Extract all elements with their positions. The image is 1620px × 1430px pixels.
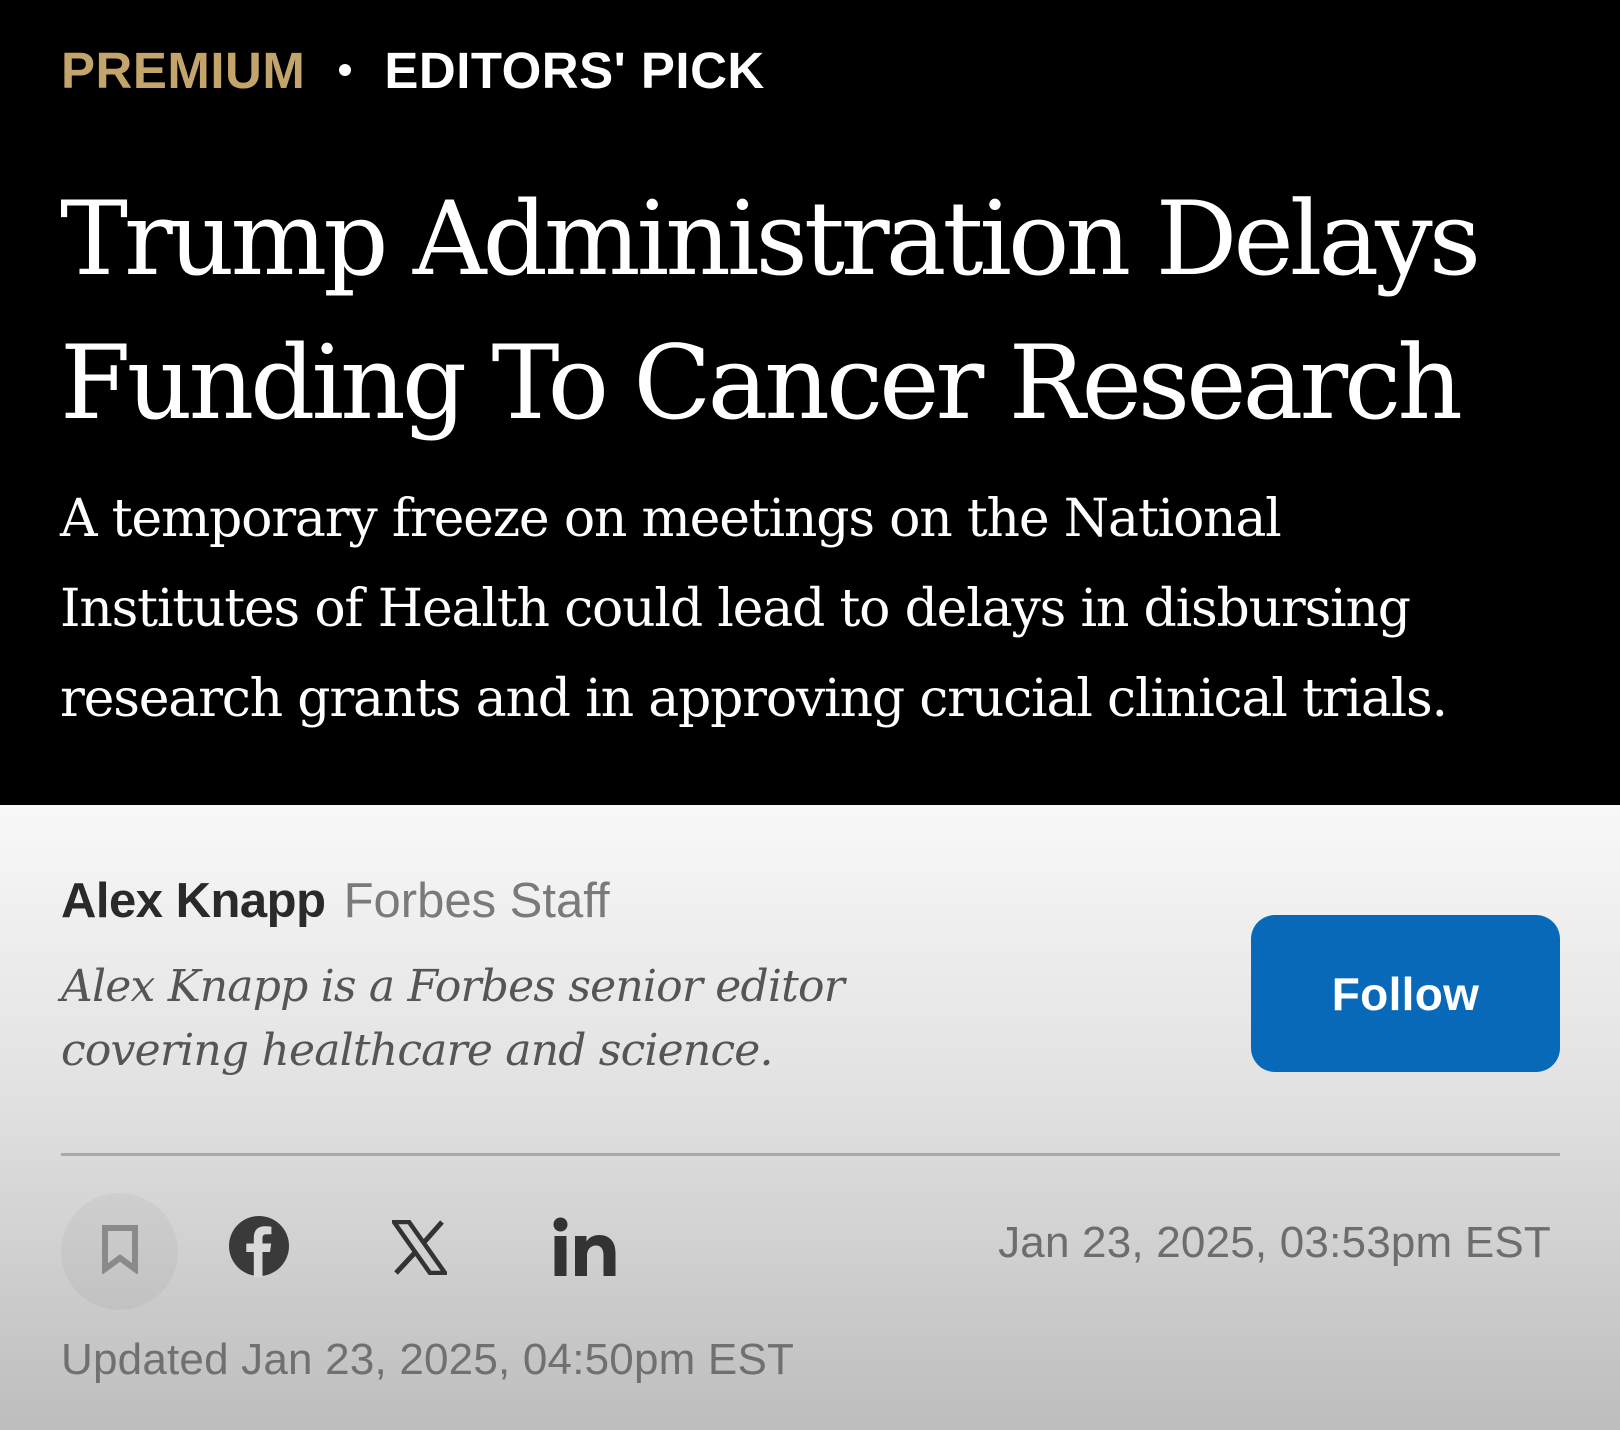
publish-date: Jan 23, 2025, 03:53pm EST xyxy=(998,1218,1551,1267)
author-bio-line: Alex Knapp is a Forbes senior editor xyxy=(61,961,845,1012)
article-page: PREMIUM EDITORS' PICK Trump Administrati… xyxy=(0,0,1620,1430)
editors-pick-label: EDITORS' PICK xyxy=(384,41,765,99)
article-headline: Trump Administration Delays Funding To C… xyxy=(60,168,1580,456)
summary-line: A temporary freeze on meetings on the Na… xyxy=(60,489,1282,549)
facebook-icon xyxy=(228,1215,290,1282)
separator-dot xyxy=(339,64,352,76)
author-role: Forbes Staff xyxy=(343,874,610,928)
article-header: PREMIUM EDITORS' PICK Trump Administrati… xyxy=(0,0,1620,805)
linkedin-icon xyxy=(553,1217,617,1282)
premium-label: PREMIUM xyxy=(61,41,306,99)
headline-line: Funding To Cancer Research xyxy=(60,324,1463,443)
updated-date: Updated Jan 23, 2025, 04:50pm EST xyxy=(61,1335,795,1384)
byline-section: Alex Knapp Forbes Staff Alex Knapp is a … xyxy=(0,805,1620,1430)
linkedin-share-button[interactable] xyxy=(553,1217,617,1282)
facebook-share-button[interactable] xyxy=(228,1215,290,1282)
bookmark-button[interactable] xyxy=(61,1193,178,1310)
author-bio-line: covering healthcare and science. xyxy=(61,1025,774,1076)
author-bio: Alex Knapp is a Forbes senior editor cov… xyxy=(61,955,1061,1083)
summary-line: research grants and in approving crucial… xyxy=(60,669,1448,729)
share-bar: Jan 23, 2025, 03:53pm EST xyxy=(61,1190,1561,1310)
divider xyxy=(61,1153,1560,1156)
x-icon xyxy=(389,1219,450,1280)
article-summary: A temporary freeze on meetings on the Na… xyxy=(60,474,1600,744)
headline-line: Trump Administration Delays xyxy=(60,180,1481,299)
bookmark-icon xyxy=(100,1224,140,1279)
follow-button[interactable]: Follow xyxy=(1251,915,1560,1072)
summary-line: Institutes of Health could lead to delay… xyxy=(60,579,1411,639)
article-labels: PREMIUM EDITORS' PICK xyxy=(61,40,765,100)
author-name[interactable]: Alex Knapp xyxy=(61,873,326,929)
x-share-button[interactable] xyxy=(389,1219,450,1280)
author-line: Alex Knapp Forbes Staff xyxy=(61,873,610,935)
